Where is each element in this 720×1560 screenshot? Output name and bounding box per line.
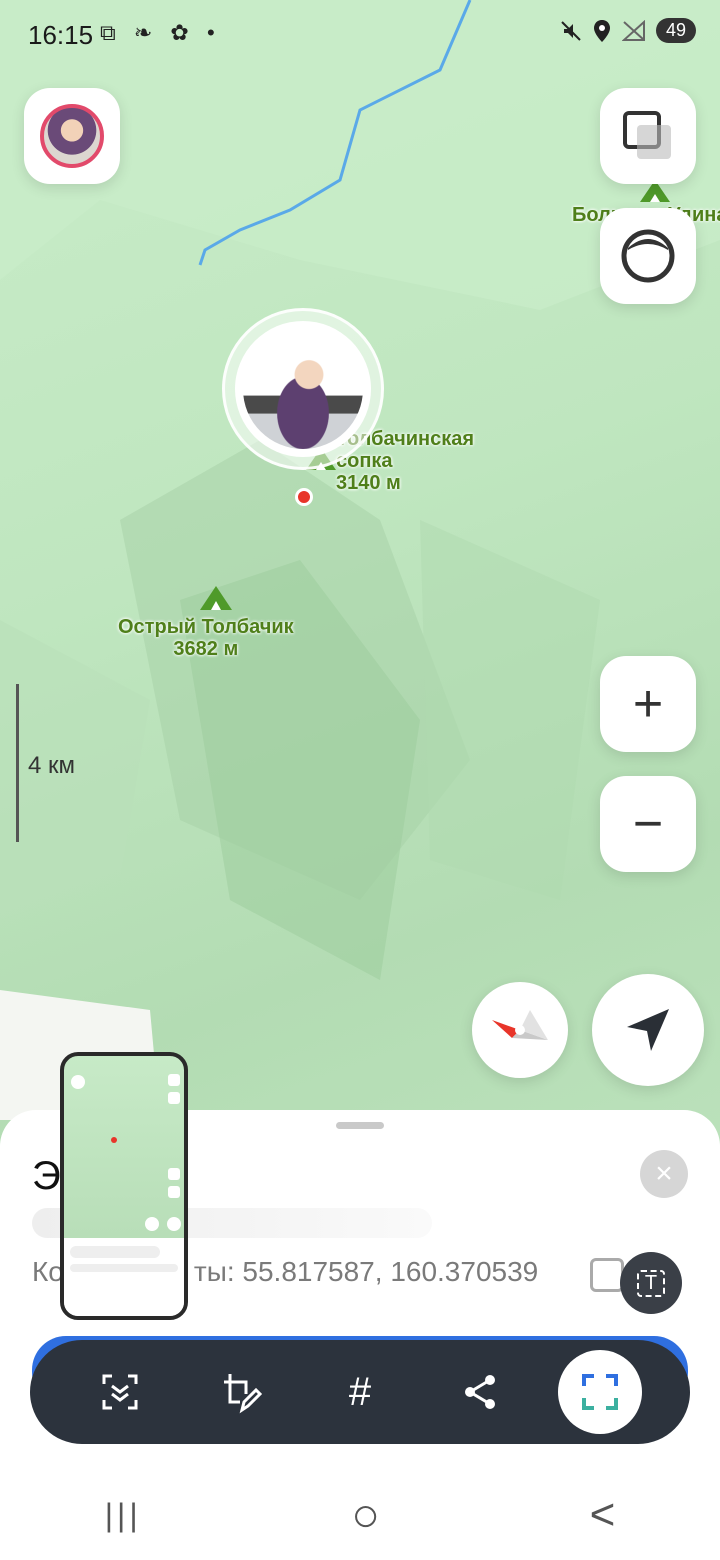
sheet-drag-handle[interactable] — [336, 1122, 384, 1129]
edit-crop-icon — [224, 1374, 262, 1414]
place-title: Э — [32, 1154, 61, 1198]
selected-point-marker[interactable] — [295, 488, 313, 506]
location-icon — [593, 19, 610, 42]
screenshot-icon: ⧉ — [100, 20, 122, 45]
leaf-icon: ❧ — [133, 20, 159, 45]
home-button[interactable]: ○ — [351, 1488, 380, 1543]
compass-button[interactable] — [472, 982, 568, 1078]
screenshot-toolbar: # — [30, 1340, 690, 1444]
scroll-capture-icon — [102, 1374, 138, 1410]
bookmarks-icon — [621, 229, 675, 283]
status-right-icons: 49 — [560, 18, 696, 43]
thumbnail-preview — [64, 1074, 184, 1316]
extract-text-button[interactable]: T — [620, 1252, 682, 1314]
mute-icon — [561, 20, 581, 41]
scale-label: 4 км — [28, 752, 76, 779]
status-time: 16:15 — [28, 20, 94, 50]
smart-select-icon — [582, 1374, 618, 1410]
layers-button[interactable] — [600, 88, 696, 184]
close-button[interactable]: × — [640, 1150, 688, 1198]
dot-icon: • — [206, 20, 221, 45]
map-label-line: Острый Толбачик — [118, 616, 294, 638]
smart-select-button[interactable] — [558, 1350, 642, 1434]
layers-icon — [623, 111, 671, 159]
status-left-icons: ⧉ ❧ ✿ • — [100, 20, 221, 46]
compass-icon — [492, 1010, 548, 1040]
copy-icon[interactable] — [590, 1258, 624, 1292]
map-label-elevation: 3682 м — [173, 638, 239, 660]
screenshot-thumbnail[interactable] — [60, 1052, 188, 1320]
fan-icon: ✿ — [170, 20, 195, 45]
zoom-in-button[interactable]: + — [600, 656, 696, 752]
coordinates-value: ты: 55.817587, 160.370539 — [193, 1256, 539, 1287]
map-label-ostryi-tolbachik[interactable]: Острый Толбачик 3682 м — [118, 616, 294, 660]
scroll-capture-button[interactable] — [78, 1350, 162, 1434]
user-location-pin[interactable] — [222, 308, 384, 470]
bookmarks-button[interactable] — [600, 208, 696, 304]
user-photo — [243, 329, 363, 449]
map-label-line: сопка — [336, 450, 393, 472]
scale-bar — [16, 684, 19, 842]
pin-avatar-frame — [235, 321, 371, 457]
text-extract-icon: T — [636, 1269, 666, 1297]
navigation-arrow-icon — [627, 1009, 669, 1051]
share-button[interactable] — [438, 1350, 522, 1434]
back-button[interactable]: < — [590, 1490, 616, 1540]
profile-button[interactable] — [24, 88, 120, 184]
recent-apps-button[interactable]: ||| — [105, 1497, 142, 1534]
zoom-out-button[interactable]: − — [600, 776, 696, 872]
status-bar: 16:15 ⧉ ❧ ✿ • 49 — [0, 0, 720, 70]
mountain-icon — [200, 586, 232, 610]
no-signal-icon — [621, 19, 645, 41]
share-icon — [465, 1375, 495, 1409]
map-label-elevation: 3140 м — [336, 472, 401, 494]
battery-indicator: 49 — [655, 18, 696, 43]
hashtag-button[interactable]: # — [318, 1350, 402, 1434]
my-location-button[interactable] — [592, 974, 704, 1086]
system-nav-bar: ||| ○ < — [0, 1470, 720, 1560]
edit-crop-button[interactable] — [198, 1350, 282, 1434]
avatar — [40, 104, 104, 168]
